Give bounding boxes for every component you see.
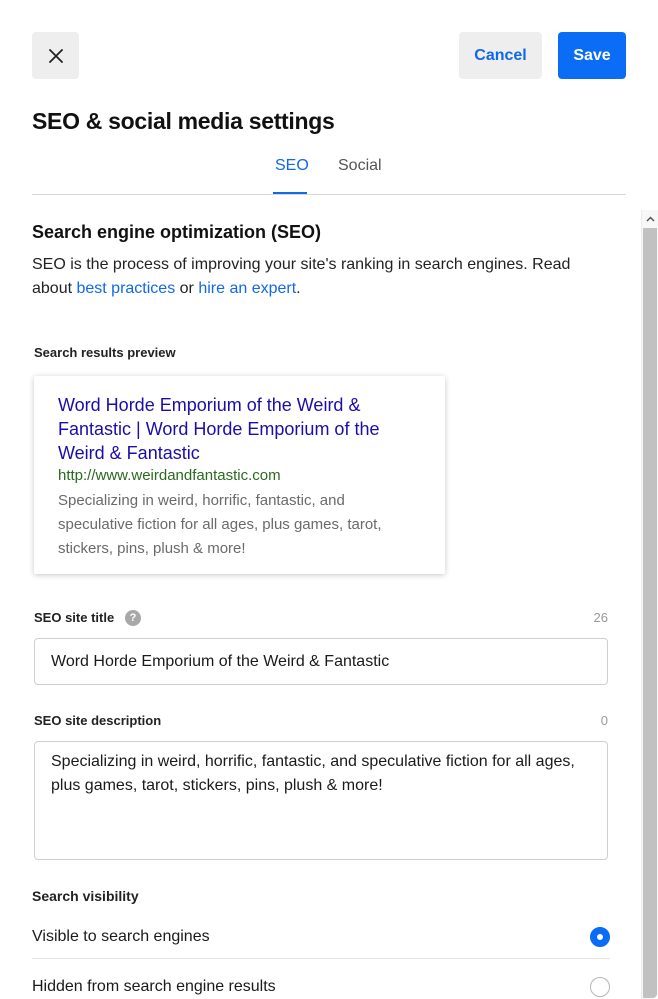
site-title-input[interactable]: Word Horde Emporium of the Weird & Fanta…	[34, 638, 608, 685]
tab-bar: SEO Social	[32, 150, 626, 195]
best-practices-link[interactable]: best practices	[76, 280, 175, 297]
tab-seo[interactable]: SEO	[275, 157, 309, 175]
seo-intro-text: SEO is the process of improving your sit…	[32, 253, 612, 301]
site-description-label: SEO site description	[34, 713, 162, 728]
radio-visible[interactable]	[590, 927, 610, 947]
intro-end: .	[296, 280, 301, 297]
close-button[interactable]	[32, 32, 79, 79]
cancel-button[interactable]: Cancel	[459, 32, 542, 79]
hire-expert-link[interactable]: hire an expert	[198, 280, 296, 297]
preview-url: http://www.weirdandfantastic.com	[58, 467, 281, 484]
preview-description: Specializing in weird, horrific, fantast…	[58, 492, 382, 557]
divider	[32, 958, 610, 959]
site-description-textarea[interactable]: Specializing in weird, horrific, fantast…	[34, 741, 608, 860]
section-heading: Search engine optimization (SEO)	[32, 222, 322, 242]
search-preview-label: Search results preview	[34, 345, 176, 360]
chevron-up-icon	[646, 216, 655, 222]
active-tab-indicator	[273, 192, 307, 194]
radio-hidden[interactable]	[590, 977, 610, 997]
site-title-counter: 26	[593, 610, 608, 625]
site-title-label: SEO site title	[34, 610, 115, 625]
seo-settings-modal: Cancel Save SEO & social media settings …	[0, 0, 658, 999]
visibility-option-label: Visible to search engines	[32, 928, 210, 945]
visibility-option-hidden[interactable]: Hidden from search engine results	[32, 971, 610, 999]
visibility-option-label: Hidden from search engine results	[32, 978, 276, 995]
visibility-option-visible[interactable]: Visible to search engines	[32, 921, 610, 971]
search-visibility-heading: Search visibility	[32, 888, 139, 904]
preview-title: Word Horde Emporium of the Weird & Fanta…	[58, 395, 380, 463]
scrollbar[interactable]	[641, 210, 658, 999]
scrollbar-thumb[interactable]	[643, 228, 657, 998]
close-icon	[48, 48, 63, 63]
search-results-preview: Word Horde Emporium of the Weird & Fanta…	[34, 376, 445, 574]
intro-or: or	[175, 280, 199, 297]
site-description-counter: 0	[600, 713, 608, 728]
page-title: SEO & social media settings	[32, 108, 335, 134]
scroll-up-button[interactable]	[642, 210, 658, 228]
save-button[interactable]: Save	[558, 32, 626, 79]
help-icon[interactable]: ?	[125, 610, 141, 626]
tab-social[interactable]: Social	[338, 157, 382, 175]
